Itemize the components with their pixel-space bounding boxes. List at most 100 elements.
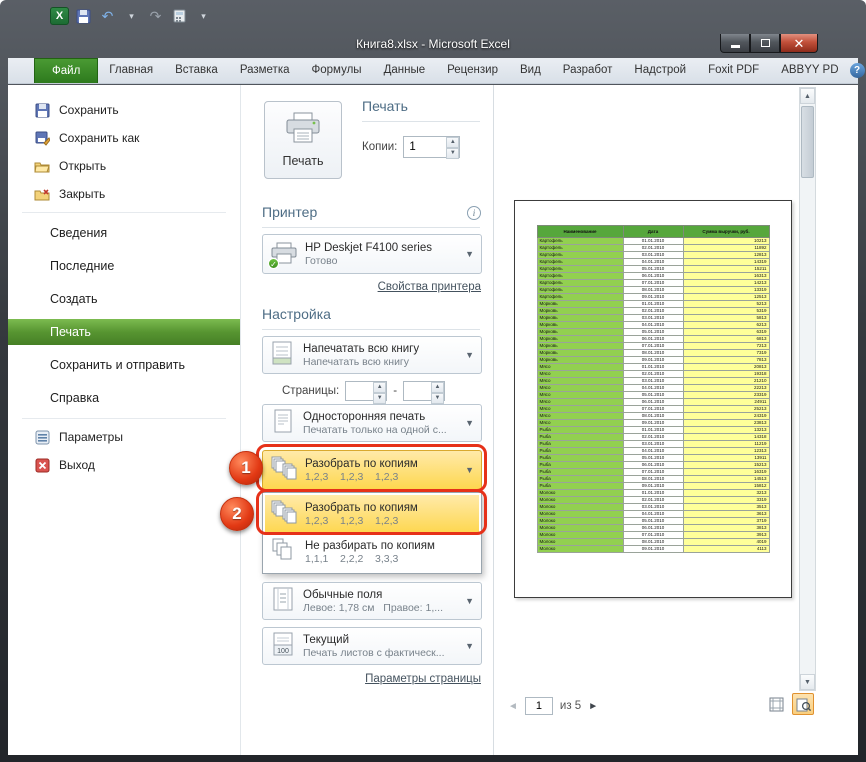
next-page-button[interactable]: ► bbox=[588, 701, 598, 712]
margins-icon bbox=[271, 586, 295, 617]
scroll-up-icon[interactable]: ▲ bbox=[800, 88, 815, 104]
table-row: Рыба04.01.201012313 bbox=[537, 448, 769, 455]
chevron-down-icon: ▼ bbox=[462, 249, 477, 259]
printer-icon bbox=[285, 112, 321, 149]
tab-file[interactable]: Файл bbox=[34, 58, 98, 83]
pages-from-down-icon[interactable]: ▼ bbox=[373, 393, 386, 404]
preview-zoom-controls bbox=[765, 693, 814, 715]
tab-home[interactable]: Главная bbox=[98, 58, 164, 83]
save-icon[interactable] bbox=[74, 7, 93, 25]
sidebar-item-help[interactable]: Справка bbox=[8, 385, 240, 411]
table-row: Молоко02.01.20103319 bbox=[537, 497, 769, 504]
sidebar-item-recent[interactable]: Последние bbox=[8, 253, 240, 279]
printer-ready-check-icon: ✓ bbox=[268, 258, 279, 269]
sidebar-item-new[interactable]: Создать bbox=[8, 286, 240, 312]
table-row: Картофель05.01.201015211 bbox=[537, 266, 769, 273]
uncollate-icon bbox=[271, 537, 297, 568]
sidebar-item-save[interactable]: Сохранить bbox=[8, 96, 240, 124]
printer-dropdown[interactable]: ✓ HP Deskjet F4100 series Готово ▼ bbox=[262, 234, 482, 274]
pages-from-stepper: ▲▼ bbox=[345, 381, 387, 401]
pages-from-up-icon[interactable]: ▲ bbox=[373, 382, 386, 393]
chevron-down-icon: ▼ bbox=[462, 350, 477, 360]
table-row: Молоко05.01.20103719 bbox=[537, 518, 769, 525]
sidebar-item-save-as[interactable]: Сохранить как bbox=[8, 124, 240, 152]
tab-foxit-pdf[interactable]: Foxit PDF bbox=[697, 58, 770, 83]
collate-dropdown[interactable]: Разобрать по копиям 1,2,3 1,2,3 1,2,3 ▼ bbox=[262, 450, 482, 490]
table-row: Мясо03.01.201021210 bbox=[537, 378, 769, 385]
chevron-down-icon: ▼ bbox=[462, 641, 477, 651]
scaling-dropdown[interactable]: 100 Текущий Печать листов с фактическ...… bbox=[262, 627, 482, 665]
open-folder-icon bbox=[34, 158, 50, 174]
show-margins-button[interactable] bbox=[765, 693, 787, 715]
backstage-sidebar: Сохранить Сохранить как Открыть Закрыть … bbox=[8, 85, 241, 755]
sidebar-item-options[interactable]: Параметры bbox=[8, 423, 240, 451]
undo-icon[interactable]: ↶ bbox=[98, 7, 117, 25]
tab-developer[interactable]: Разработ bbox=[552, 58, 624, 83]
scroll-down-icon[interactable]: ▼ bbox=[800, 674, 815, 690]
pages-to-up-icon[interactable]: ▲ bbox=[431, 382, 444, 393]
chevron-down-icon: ▼ bbox=[462, 418, 477, 428]
duplex-dropdown[interactable]: Односторонняя печать Печатать только на … bbox=[262, 404, 482, 442]
vertical-scrollbar[interactable]: ▲ ▼ bbox=[799, 87, 816, 691]
table-row: Картофель08.01.201013319 bbox=[537, 287, 769, 294]
printer-info-icon[interactable]: i bbox=[467, 206, 481, 220]
print-button[interactable]: Печать bbox=[264, 101, 342, 179]
calculator-icon[interactable] bbox=[170, 7, 189, 25]
scrollbar-thumb[interactable] bbox=[801, 106, 814, 178]
customize-qat-caret-icon[interactable]: ▾ bbox=[194, 7, 213, 25]
collate-option-collated[interactable]: Разобрать по копиям 1,2,3 1,2,3 1,2,3 bbox=[265, 495, 479, 533]
previous-page-button[interactable]: ◄ bbox=[508, 701, 518, 712]
restore-window-button[interactable] bbox=[750, 34, 780, 53]
table-row: Рыба09.01.201015812 bbox=[537, 483, 769, 490]
printer-properties-link[interactable]: Свойства принтера bbox=[378, 281, 481, 293]
undo-dropdown-caret-icon[interactable]: ▾ bbox=[122, 7, 141, 25]
save-as-icon bbox=[34, 130, 50, 146]
tab-view[interactable]: Вид bbox=[509, 58, 552, 83]
redo-icon[interactable]: ↷ bbox=[146, 7, 165, 25]
table-row: Рыба01.01.201013213 bbox=[537, 427, 769, 434]
tab-abbyy[interactable]: ABBYY PD bbox=[770, 58, 849, 83]
excel-app-icon[interactable]: X bbox=[50, 7, 69, 25]
zoom-to-page-button[interactable] bbox=[792, 693, 814, 715]
print-preview-panel: Наименование Дата Сумма выручки, руб. Ка… bbox=[494, 85, 858, 755]
sidebar-item-open[interactable]: Открыть bbox=[8, 152, 240, 180]
tab-review[interactable]: Рецензир bbox=[436, 58, 509, 83]
close-window-button[interactable]: ✕ bbox=[780, 34, 818, 53]
print-range-dropdown[interactable]: Напечатать всю книгу Напечатать всю книг… bbox=[262, 336, 482, 374]
chevron-down-icon: ▼ bbox=[462, 465, 477, 475]
exit-icon bbox=[34, 457, 50, 473]
table-row: Морковь02.01.20105319 bbox=[537, 308, 769, 315]
table-row: Мясо08.01.201024319 bbox=[537, 413, 769, 420]
table-row: Рыба03.01.201011219 bbox=[537, 441, 769, 448]
sidebar-item-print[interactable]: Печать bbox=[8, 319, 240, 345]
table-row: Молоко03.01.20103513 bbox=[537, 504, 769, 511]
current-page-input[interactable] bbox=[525, 697, 553, 715]
pages-to-down-icon[interactable]: ▼ bbox=[431, 393, 444, 404]
copies-up-icon[interactable]: ▲ bbox=[446, 137, 459, 148]
preview-table-body: Картофель01.01.201010213Картофель02.01.2… bbox=[537, 238, 769, 553]
page-setup-link[interactable]: Параметры страницы bbox=[365, 673, 481, 685]
table-row: Морковь03.01.20105813 bbox=[537, 315, 769, 322]
sidebar-item-close[interactable]: Закрыть bbox=[8, 180, 240, 208]
annotation-step-2-circle: 2 bbox=[220, 497, 254, 531]
tab-formulas[interactable]: Формулы bbox=[301, 58, 373, 83]
workbook-icon bbox=[271, 340, 295, 371]
sidebar-item-save-and-send[interactable]: Сохранить и отправить bbox=[8, 352, 240, 378]
sidebar-separator bbox=[22, 212, 226, 213]
copies-down-icon[interactable]: ▼ bbox=[446, 148, 459, 159]
tab-insert[interactable]: Вставка bbox=[164, 58, 229, 83]
table-row: Мясо01.01.201020813 bbox=[537, 364, 769, 371]
table-row: Молоко07.01.20103913 bbox=[537, 532, 769, 539]
help-icon[interactable]: ? bbox=[850, 63, 865, 78]
tab-page-layout[interactable]: Разметка bbox=[229, 58, 301, 83]
tab-data[interactable]: Данные bbox=[373, 58, 437, 83]
table-row: Морковь05.01.20106319 bbox=[537, 329, 769, 336]
copies-stepper: ▲▼ bbox=[403, 136, 460, 158]
collate-option-uncollated[interactable]: Не разбирать по копиям 1,1,1 2,2,2 3,3,3 bbox=[265, 533, 479, 571]
page-total-label: из 5 bbox=[560, 700, 581, 712]
margins-dropdown[interactable]: Обычные поля Левое: 1,78 см Правое: 1,..… bbox=[262, 582, 482, 620]
tab-addins[interactable]: Надстрой bbox=[623, 58, 697, 83]
sidebar-item-exit[interactable]: Выход bbox=[8, 451, 240, 479]
minimize-window-button[interactable] bbox=[720, 34, 750, 53]
sidebar-item-info[interactable]: Сведения bbox=[8, 220, 240, 246]
